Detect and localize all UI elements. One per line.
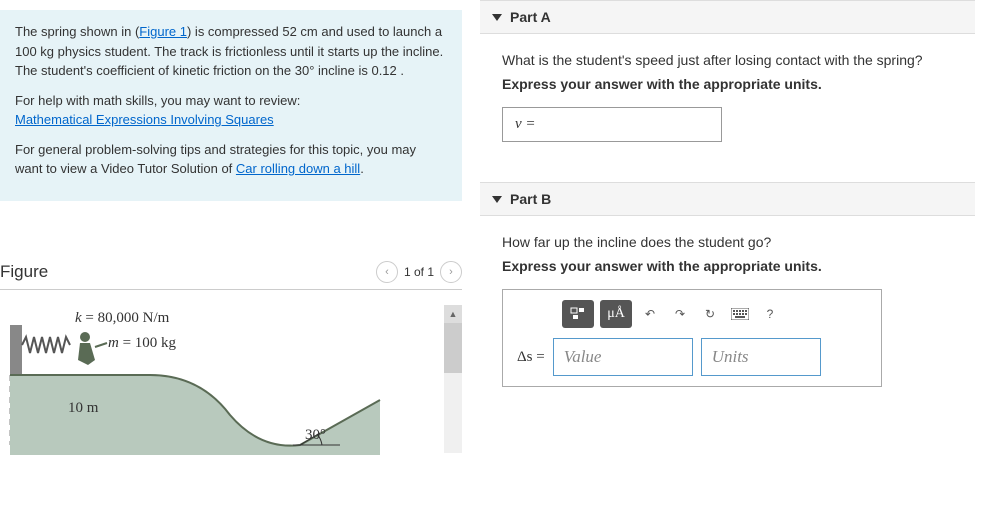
figure-diagram: k = 80,000 N/m m = 100 kg 10 m 30° (0, 305, 420, 455)
pager-text: 1 of 1 (404, 265, 434, 279)
figure-area: ▲ (0, 305, 462, 465)
help-button[interactable]: ? (758, 300, 782, 328)
keyboard-button[interactable] (728, 300, 752, 328)
math-skills-link[interactable]: Mathematical Expressions Involving Squar… (15, 112, 274, 127)
height-label: 10 m (68, 400, 98, 417)
scroll-up-button[interactable]: ▲ (444, 305, 462, 323)
figure-link[interactable]: Figure 1 (139, 24, 187, 39)
template-tool-button[interactable] (562, 300, 594, 328)
part-b-header[interactable]: Part B (480, 182, 975, 216)
part-b-title: Part B (510, 191, 551, 207)
prev-figure-button[interactable]: ‹ (376, 261, 398, 283)
part-a-variable: v = (515, 116, 536, 132)
part-a-header[interactable]: Part A (480, 0, 975, 34)
undo-button[interactable]: ↶ (638, 300, 662, 328)
collapse-icon (492, 14, 502, 21)
problem-text-2: For help with math skills, you may want … (15, 93, 300, 108)
mass-label: m = 100 kg (108, 335, 176, 352)
part-a-answer-input[interactable]: v = (502, 107, 722, 142)
units-tool-button[interactable]: μÅ (600, 300, 632, 328)
problem-text-1a: The spring shown in ( (15, 24, 139, 39)
part-b-variable: Δs = (517, 349, 545, 366)
problem-statement: The spring shown in (Figure 1) is compre… (0, 10, 462, 201)
figure-pager: ‹ 1 of 1 › (376, 261, 462, 283)
figure-title: Figure (0, 262, 48, 282)
part-a-title: Part A (510, 9, 551, 25)
part-a-question: What is the student's speed just after l… (502, 52, 953, 68)
units-input[interactable]: Units (701, 338, 821, 376)
scroll-thumb[interactable] (444, 323, 462, 373)
collapse-icon (492, 196, 502, 203)
part-b-answer-area: μÅ ↶ ↷ ↻ ? Δs = Value Units (502, 289, 882, 387)
problem-text-3b: . (360, 161, 364, 176)
redo-button[interactable]: ↷ (668, 300, 692, 328)
reset-button[interactable]: ↻ (698, 300, 722, 328)
value-input[interactable]: Value (553, 338, 693, 376)
spring-constant-label: k = 80,000 N/m (75, 310, 169, 327)
part-b-question: How far up the incline does the student … (502, 234, 953, 250)
next-figure-button[interactable]: › (440, 261, 462, 283)
part-b-instruction: Express your answer with the appropriate… (502, 258, 953, 274)
answer-toolbar: μÅ ↶ ↷ ↻ ? (562, 300, 867, 328)
video-tutor-link[interactable]: Car rolling down a hill (236, 161, 360, 176)
angle-label: 30° (305, 427, 326, 444)
part-a-instruction: Express your answer with the appropriate… (502, 76, 953, 92)
